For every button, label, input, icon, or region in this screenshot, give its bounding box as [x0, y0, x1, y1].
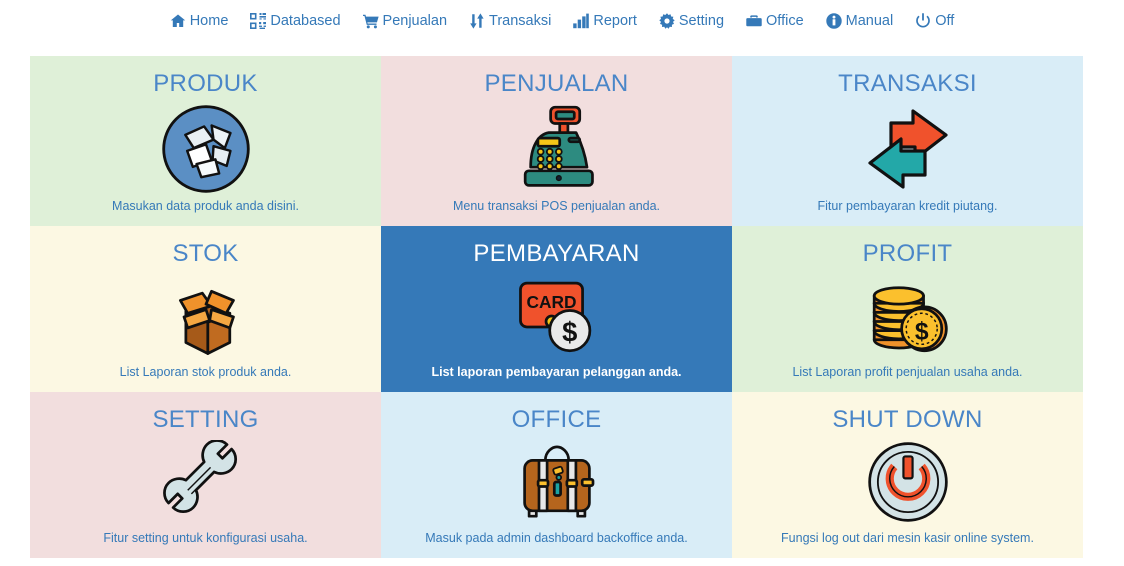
nav-item-off[interactable]: Off: [904, 9, 965, 33]
tile-office-title: OFFICE: [511, 406, 602, 433]
tile-transaksi-title: TRANSAKSI: [838, 70, 977, 97]
shopping-cart-icon: [362, 13, 379, 29]
nav-item-manual-label: Manual: [845, 12, 894, 29]
svg-text:$: $: [562, 316, 577, 347]
nav-item-databased-label: Databased: [270, 12, 341, 29]
nav-item-office-label: Office: [766, 12, 804, 29]
tile-produk-desc: Masukan data produk anda disini.: [112, 199, 299, 213]
nav-item-off-label: Off: [935, 12, 955, 29]
nav-item-office[interactable]: Office: [735, 9, 815, 33]
briefcase-icon: [746, 13, 762, 29]
tile-office[interactable]: OFFICE Masuk pada admin dashboard backof…: [381, 392, 732, 558]
nav-item-setting[interactable]: Setting: [648, 9, 735, 33]
sort-updown-icon: [469, 13, 485, 29]
credit-card-coin-icon: CARD $: [381, 269, 732, 365]
tile-setting-title: SETTING: [152, 406, 259, 433]
nav-item-penjualan-label: Penjualan: [382, 12, 448, 29]
two-arrows-exchange-icon: [732, 99, 1083, 199]
bar-chart-icon: [573, 13, 590, 29]
tile-pembayaran-desc: List laporan pembayaran pelanggan anda.: [431, 365, 682, 379]
suitcase-icon: [381, 435, 732, 531]
tile-stok-desc: List Laporan stok produk anda.: [119, 365, 292, 379]
wrench-icon: [30, 435, 381, 531]
svg-text:CARD: CARD: [526, 292, 576, 312]
nav-item-report-label: Report: [593, 12, 637, 29]
tile-produk[interactable]: PRODUK Masukan data produk anda disini.: [30, 56, 381, 226]
tile-stok-title: STOK: [172, 240, 239, 267]
tile-office-desc: Masuk pada admin dashboard backoffice an…: [425, 531, 688, 545]
tile-setting[interactable]: SETTING Fitur setting untuk konfigurasi …: [30, 392, 381, 558]
nav-item-transaksi-label: Transaksi: [489, 12, 552, 29]
tile-profit-title: PROFIT: [862, 240, 953, 267]
home-icon: [170, 13, 186, 29]
gear-icon: [659, 13, 675, 29]
nav-item-setting-label: Setting: [678, 12, 725, 29]
tile-transaksi[interactable]: TRANSAKSI Fitur pembayaran kredit piutan…: [732, 56, 1083, 226]
tile-profit-desc: List Laporan profit penjualan usaha anda…: [792, 365, 1023, 379]
open-box-circle-icon: [30, 99, 381, 199]
tile-pembayaran-title: PEMBAYARAN: [473, 240, 640, 267]
nav-item-databased[interactable]: Databased: [239, 9, 351, 33]
tile-transaksi-desc: Fitur pembayaran kredit piutang.: [817, 199, 998, 213]
tile-shutdown-title: SHUT DOWN: [832, 406, 983, 433]
tile-setting-desc: Fitur setting untuk konfigurasi usaha.: [103, 531, 308, 545]
tile-penjualan[interactable]: PENJUALAN Menu transaksi POS penjualan a…: [381, 56, 732, 226]
tile-shutdown-desc: Fungsi log out dari mesin kasir online s…: [781, 531, 1034, 545]
main-navigation: Home Databased Penjualan Transaksi Repor…: [0, 0, 1124, 38]
tile-profit[interactable]: PROFIT $ List Laporan profit penjualan u…: [732, 226, 1083, 392]
cardboard-box-icon: [30, 269, 381, 365]
nav-item-transaksi[interactable]: Transaksi: [458, 9, 562, 33]
nav-item-report[interactable]: Report: [562, 9, 648, 33]
tile-penjualan-title: PENJUALAN: [484, 70, 629, 97]
tile-penjualan-desc: Menu transaksi POS penjualan anda.: [452, 199, 661, 213]
nav-item-penjualan[interactable]: Penjualan: [352, 9, 459, 33]
tile-stok[interactable]: STOK List Laporan stok produk anda.: [30, 226, 381, 392]
svg-text:$: $: [914, 319, 928, 346]
info-circle-icon: [825, 13, 842, 29]
power-button-circle-icon: [732, 435, 1083, 531]
nav-item-manual[interactable]: Manual: [815, 9, 905, 33]
tile-shutdown[interactable]: SHUT DOWN Fungsi log out dari mesin kasi…: [732, 392, 1083, 558]
tile-pembayaran[interactable]: PEMBAYARAN CARD $ List laporan pembayara…: [381, 226, 732, 392]
tile-produk-title: PRODUK: [153, 70, 258, 97]
coin-stack-icon: $: [732, 269, 1083, 365]
power-icon: [915, 13, 931, 29]
qrcode-icon: [250, 13, 267, 29]
nav-item-home[interactable]: Home: [159, 9, 240, 33]
nav-item-home-label: Home: [189, 12, 229, 29]
cash-register-icon: [381, 99, 732, 199]
dashboard-tile-grid: PRODUK Masukan data produk anda disini. …: [30, 56, 1083, 558]
